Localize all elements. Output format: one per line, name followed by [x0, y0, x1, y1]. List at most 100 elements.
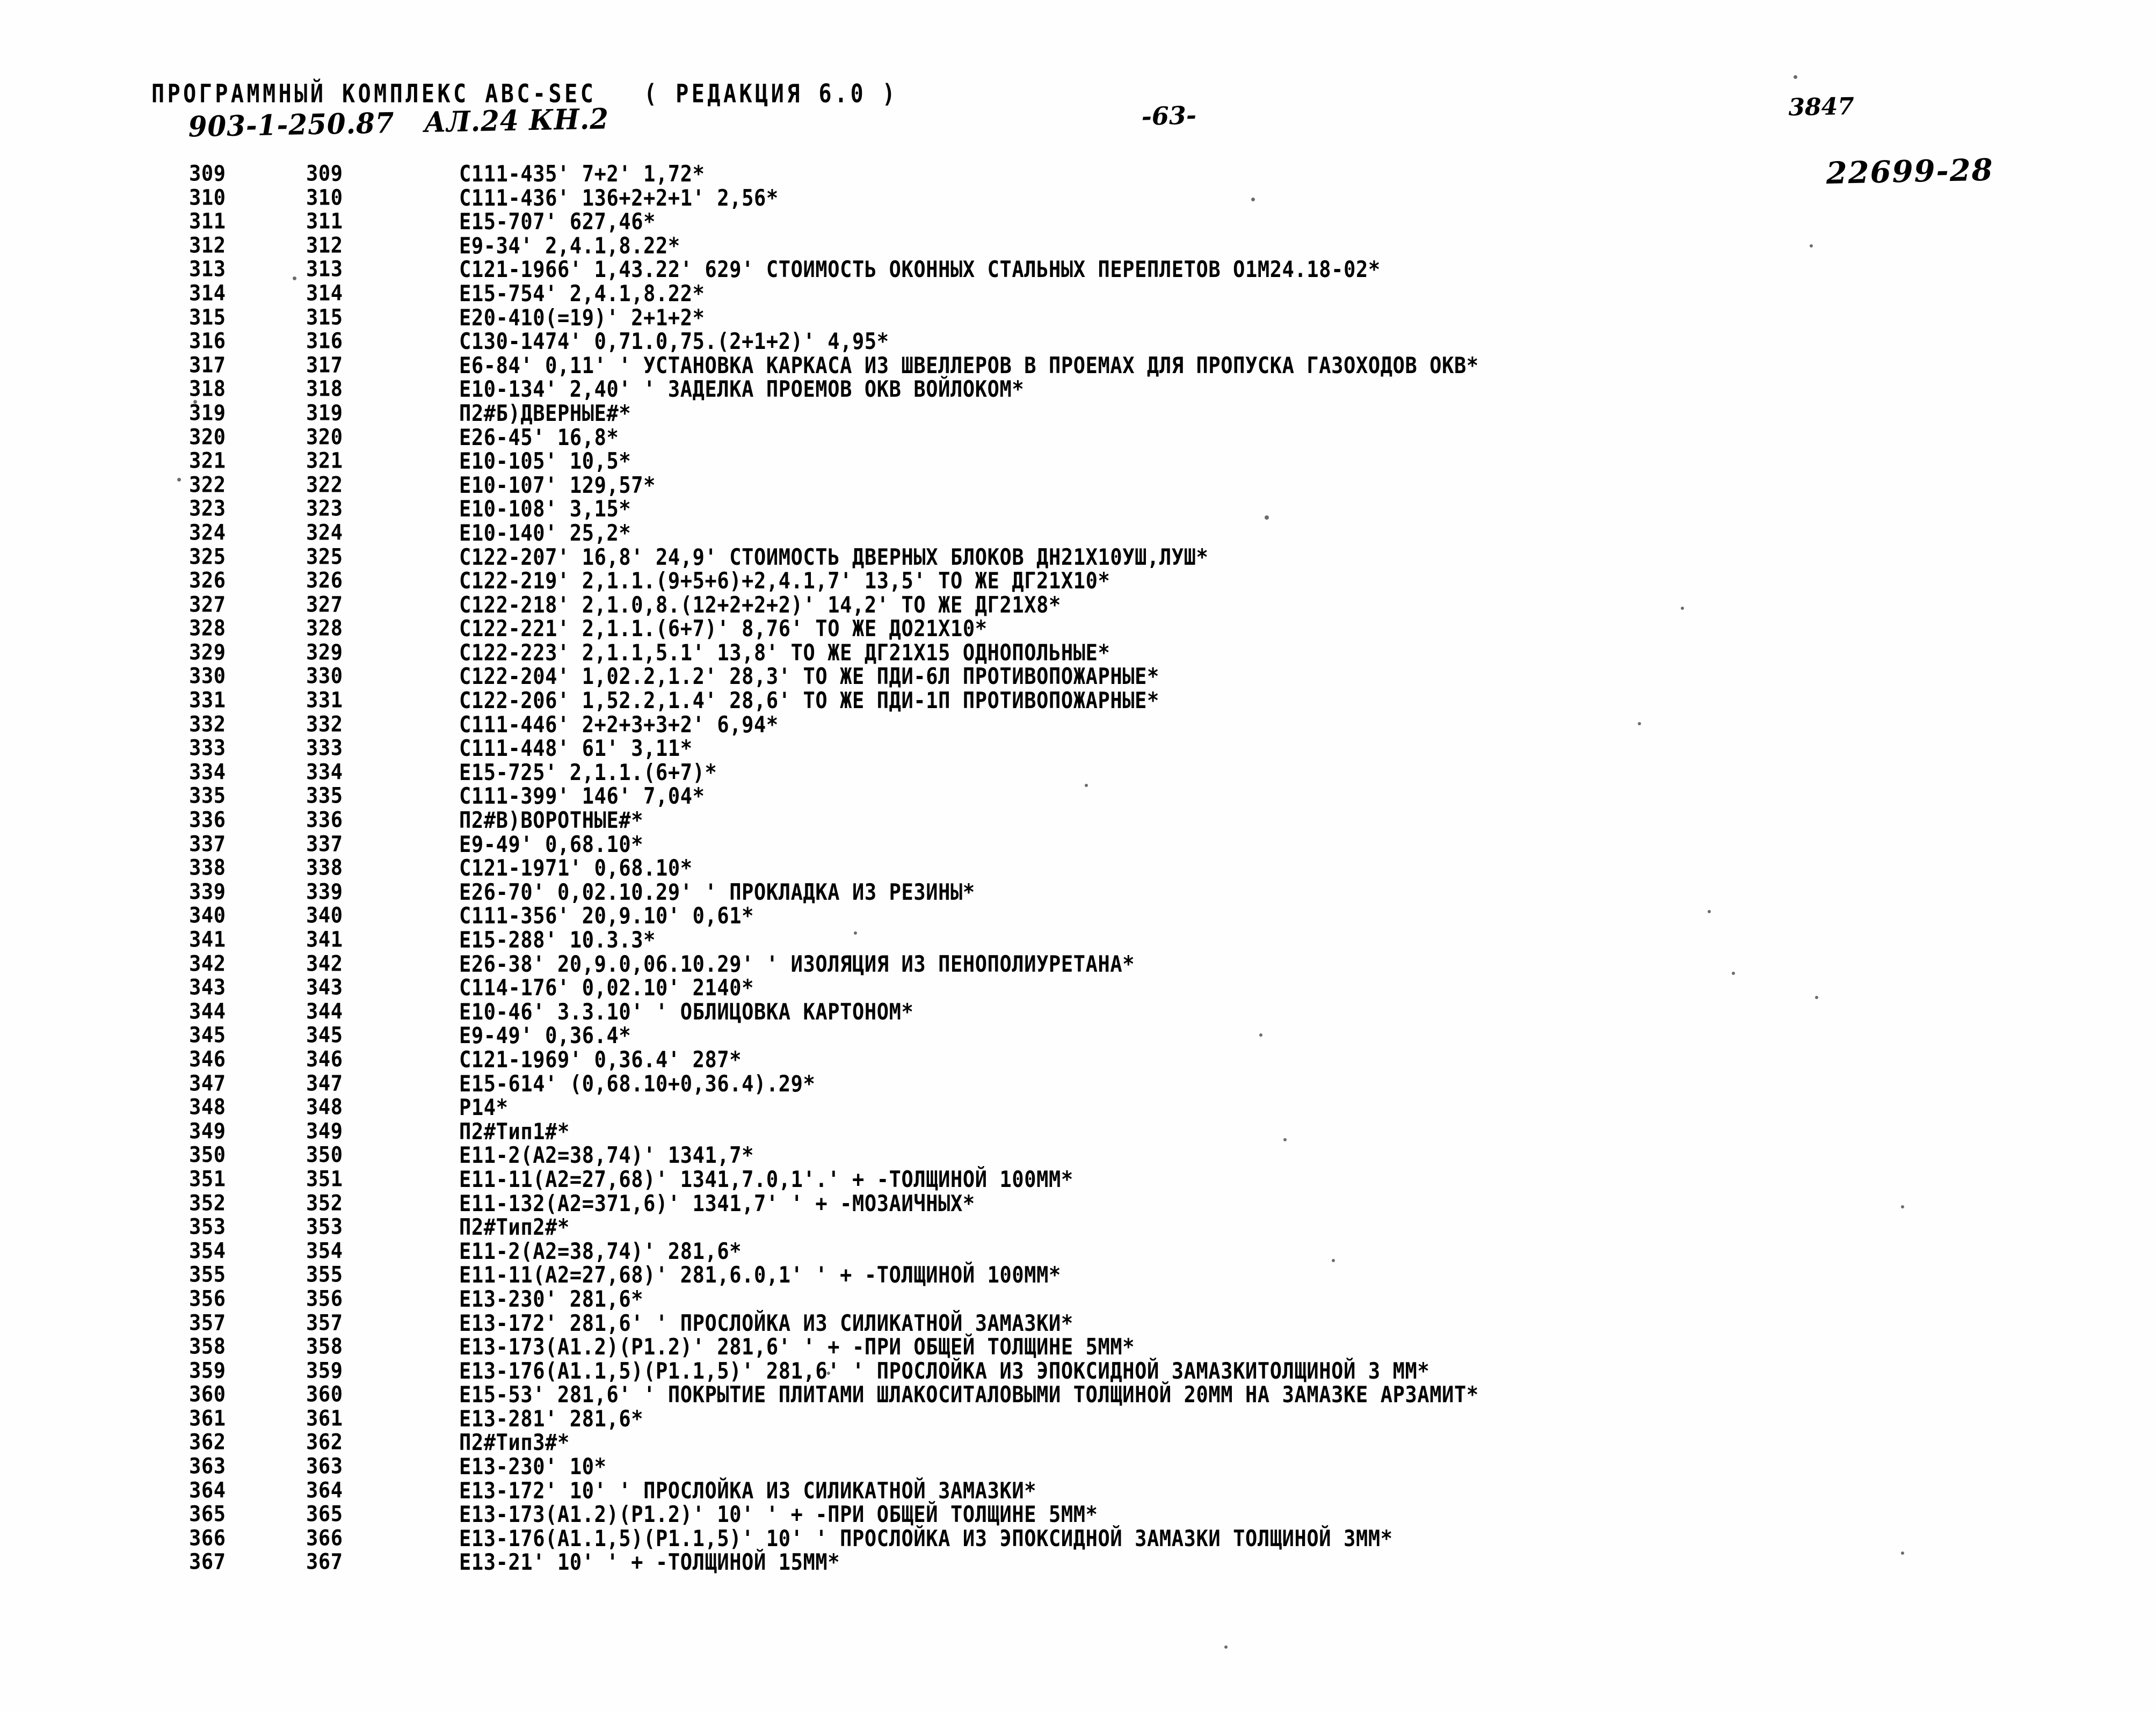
row-sequence-number: 357 [189, 1310, 226, 1335]
row-sequence-number: 343 [189, 975, 226, 1000]
row-sequence-number: 326 [189, 568, 226, 593]
row-code-text: П2#В)ВОРОТНЫЕ#* [459, 807, 644, 834]
row-code-text: E11-11(A2=27,68)' 1341,7.0,1'.' + -ТОЛЩИ… [459, 1166, 1073, 1193]
row-code-text: E10-107' 129,57* [459, 472, 656, 498]
row-code-text: E20-410(=19)' 2+1+2* [459, 304, 705, 331]
row-code-text: C130-1474' 0,71.0,75.(2+1+2)' 4,95* [459, 329, 889, 355]
listing-row: 349 349 П2#Тип1#* [0, 1118, 2156, 1145]
row-code-text: E15-707' 627,46* [459, 209, 656, 235]
row-sequence-number: 320 [189, 424, 226, 449]
row-sequence-number: 356 [189, 1286, 226, 1312]
listing-row: 325 325 C122-207' 16,8' 24,9' СТОИМОСТЬ ДВ… [0, 544, 2156, 570]
listing-row: 337 337 E9-49' 0,68.10* [0, 831, 2156, 857]
row-line-number: 357 [306, 1310, 343, 1335]
row-line-number: 349 [306, 1118, 343, 1144]
listing-row: 346 346 C121-1969' 0,36.4' 287* [0, 1047, 2156, 1073]
listing-row: 314 314 E15-754' 2,4.1,8.22* [0, 280, 2156, 307]
row-code-text: E11-132(A2=371,6)' 1341,7' ' + -МОЗАИЧНЫ… [459, 1190, 975, 1216]
row-line-number: 312 [306, 232, 343, 258]
scan-speck [1815, 996, 1818, 999]
row-code-text: E13-230' 10* [459, 1454, 607, 1480]
row-line-number: 333 [306, 735, 343, 761]
scan-speck [1708, 910, 1711, 913]
row-sequence-number: 324 [189, 520, 226, 545]
row-line-number: 356 [306, 1286, 343, 1312]
listing-row: 322 322 E10-107' 129,57* [0, 472, 2156, 498]
row-sequence-number: 345 [189, 1023, 226, 1048]
row-code-text: E10-105' 10,5* [459, 448, 631, 475]
row-line-number: 362 [306, 1430, 343, 1455]
row-code-text: П2#Тип1#* [459, 1118, 570, 1145]
row-sequence-number: 315 [189, 304, 226, 330]
listing-row: 339 339 E26-70' 0,02.10.29' ' ПРОКЛАДКА ИЗ… [0, 879, 2156, 905]
listing-row: 342 342 E26-38' 20,9.0,06.10.29' ' ИЗОЛЯЦИ… [0, 951, 2156, 977]
listing-row: 319 319 П2#Б)ДВЕРНЫЕ#* [0, 400, 2156, 426]
row-line-number: 324 [306, 520, 343, 545]
scan-speck [854, 931, 857, 935]
row-sequence-number: 323 [189, 496, 226, 521]
row-line-number: 319 [306, 400, 343, 426]
row-sequence-number: 352 [189, 1190, 226, 1215]
row-line-number: 314 [306, 280, 343, 306]
row-line-number: 328 [306, 616, 343, 641]
row-code-text: E15-754' 2,4.1,8.22* [459, 280, 705, 307]
scan-speck [827, 1372, 830, 1375]
row-sequence-number: 335 [189, 783, 226, 808]
row-code-text: C114-176' 0,02.10' 2140* [459, 975, 754, 1001]
row-line-number: 329 [306, 639, 343, 665]
listing-row: 340 340 C111-356' 20,9.10' 0,61* [0, 903, 2156, 929]
scan-speck [1251, 198, 1255, 201]
listing-row: 361 361 E13-281' 281,6* [0, 1405, 2156, 1432]
row-sequence-number: 347 [189, 1070, 226, 1096]
row-code-text: E13-21' 10' ' + -ТОЛЩИНОЙ 15ММ* [459, 1549, 840, 1576]
row-sequence-number: 309 [189, 161, 226, 186]
row-line-number: 361 [306, 1405, 343, 1431]
row-sequence-number: 361 [189, 1405, 226, 1431]
row-sequence-number: 358 [189, 1334, 226, 1359]
row-code-text: E13-176(A1.1,5)(P1.1,5)' 281,6' ' ПРОСЛО… [459, 1358, 1430, 1384]
row-code-text: C122-218' 2,1.0,8.(12+2+2+2)' 14,2' ТО Ж… [459, 592, 1061, 618]
row-code-text: E9-34' 2,4.1,8.22* [459, 232, 680, 259]
listing-row: 362 362 П2#Тип3#* [0, 1430, 2156, 1456]
row-line-number: 364 [306, 1477, 343, 1503]
row-sequence-number: 322 [189, 472, 226, 498]
row-sequence-number: 340 [189, 903, 226, 928]
row-code-text: C111-435' 7+2' 1,72* [459, 161, 705, 187]
row-code-text: E10-46' 3.3.10' ' ОБЛИЦОВКА КАРТОНОМ* [459, 999, 914, 1025]
row-sequence-number: 348 [189, 1095, 226, 1120]
row-sequence-number: 354 [189, 1238, 226, 1264]
row-code-text: E13-172' 281,6' ' ПРОСЛОЙКА ИЗ СИЛИКАТНО… [459, 1310, 1073, 1336]
row-code-text: П2#Тип3#* [459, 1430, 570, 1456]
scan-speck [1085, 784, 1088, 787]
row-code-text: E26-38' 20,9.0,06.10.29' ' ИЗОЛЯЦИЯ ИЗ П… [459, 951, 1135, 977]
listing-row: 352 352 E11-132(A2=371,6)' 1341,7' ' + -МО… [0, 1190, 2156, 1216]
listing-row: 310 310 C111-436' 136+2+2+1' 2,56* [0, 185, 2156, 211]
document-number: 3847 [1788, 92, 1855, 121]
listing-row: 313 313 C121-1966' 1,43.22' 629' СТОИМОСТЬ… [0, 257, 2156, 282]
listing-row: 326 326 C122-219' 2,1.1.(9+5+6)+2,4.1,7' 1… [0, 568, 2156, 594]
row-sequence-number: 321 [189, 448, 226, 473]
row-code-text: C122-206' 1,52.2,1.4' 28,6' ТО ЖЕ ПДИ-1П… [459, 688, 1159, 714]
row-sequence-number: 365 [189, 1502, 226, 1527]
listing-row: 347 347 E15-614' (0,68.10+0,36.4).29* [0, 1070, 2156, 1097]
row-line-number: 354 [306, 1238, 343, 1264]
row-line-number: 363 [306, 1454, 343, 1479]
listing-row: 359 359 E13-176(A1.1,5)(P1.1,5)' 281,6' ' … [0, 1358, 2156, 1384]
scan-speck [1901, 1551, 1904, 1555]
row-sequence-number: 325 [189, 544, 226, 569]
listing-row: 312 312 E9-34' 2,4.1,8.22* [0, 232, 2156, 259]
row-code-text: E13-173(A1.2)(P1.2)' 281,6' ' + -ПРИ ОБЩ… [459, 1334, 1135, 1360]
row-code-text: E11-2(A2=38,74)' 281,6* [459, 1238, 742, 1264]
listing-row: 311 311 E15-707' 627,46* [0, 209, 2156, 235]
row-code-text: E10-140' 25,2* [459, 520, 631, 547]
row-code-text: C111-446' 2+2+3+3+2' 6,94* [459, 711, 779, 738]
row-sequence-number: 337 [189, 831, 226, 857]
scan-speck [1794, 75, 1797, 79]
scan-speck [1732, 972, 1735, 975]
listing-row: 367 367 E13-21' 10' ' + -ТОЛЩИНОЙ 15ММ* [0, 1549, 2156, 1576]
listing-row: 353 353 П2#Тип2#* [0, 1214, 2156, 1240]
row-line-number: 332 [306, 711, 343, 737]
listing-row: 335 335 C111-399' 146' 7,04* [0, 783, 2156, 809]
listing-row: 332 332 C111-446' 2+2+3+3+2' 6,94* [0, 711, 2156, 738]
row-code-text: E15-53' 281,6' ' ПОКРЫТИЕ ПЛИТАМИ ШЛАКОС… [459, 1382, 1479, 1408]
